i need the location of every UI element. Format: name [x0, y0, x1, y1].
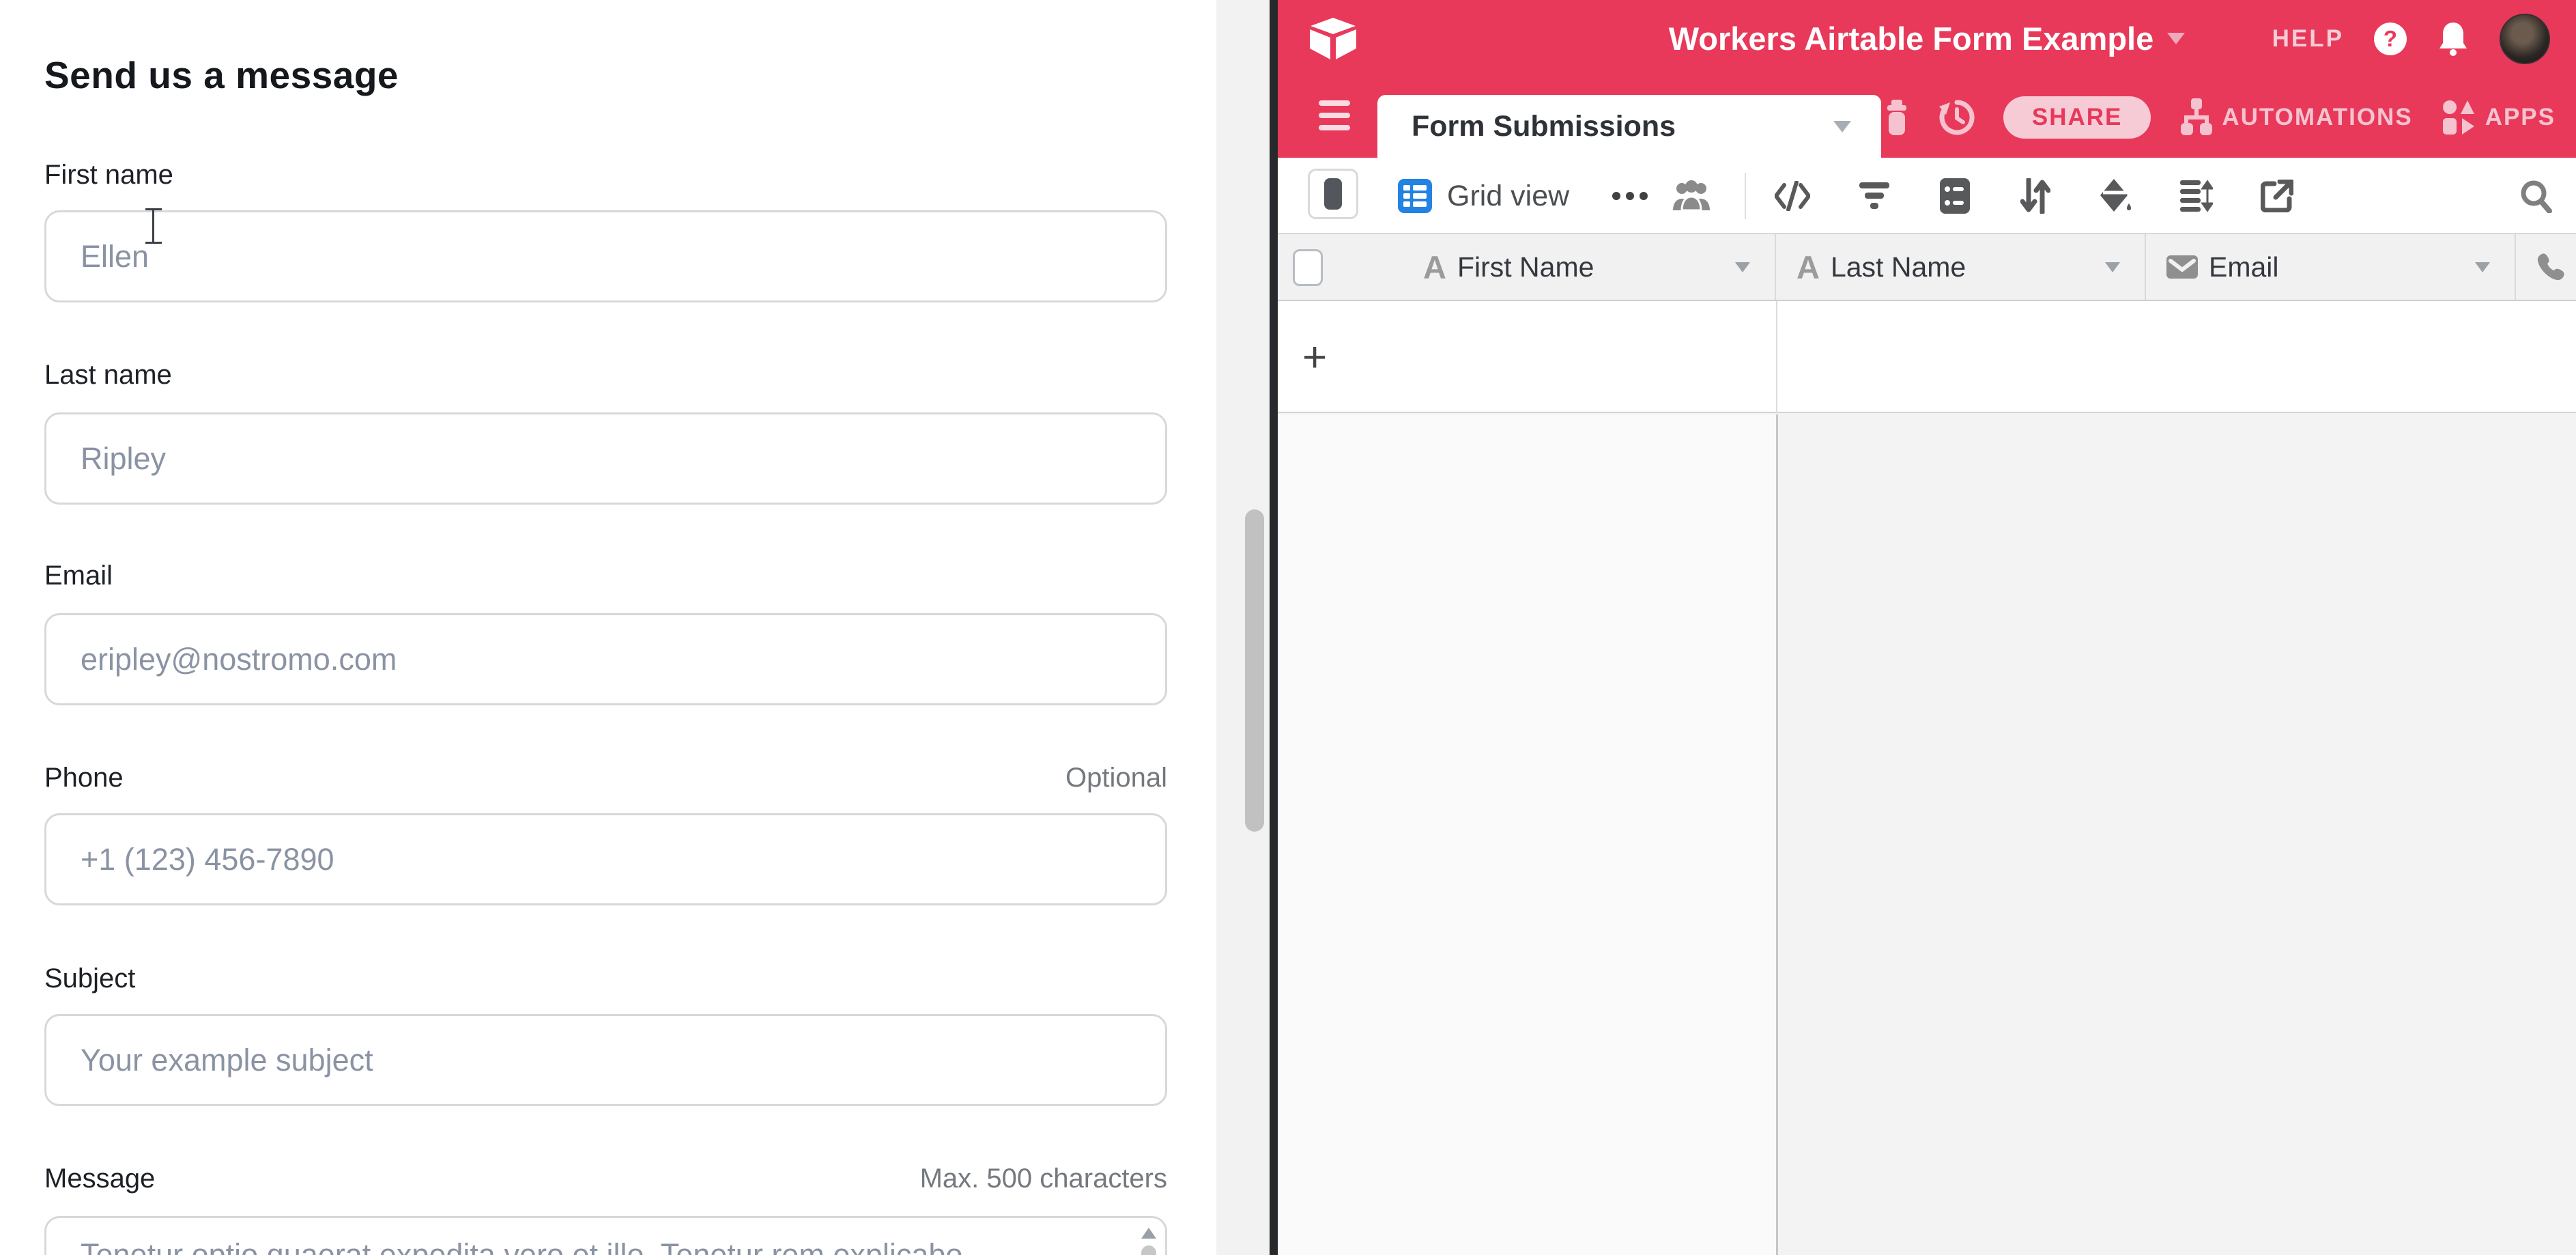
grid-header-row: A First Name A Last Name Email — [1278, 234, 2576, 301]
last-name-input[interactable] — [44, 412, 1167, 505]
airtable-pane: Workers Airtable Form Example HELP ? For… — [1278, 0, 2576, 1255]
page-scrollbar-track[interactable] — [1216, 0, 1270, 1255]
phone-optional-hint: Optional — [1065, 763, 1167, 793]
apps-button[interactable]: APPS — [2442, 99, 2556, 136]
column-header-last-name[interactable]: A Last Name — [1776, 234, 2146, 300]
column-chevron-down-icon[interactable] — [2475, 262, 2490, 272]
column-header-first-name[interactable]: A First Name — [1278, 234, 1776, 300]
message-label: Message — [44, 1164, 155, 1194]
message-text: Tenetur optio quaerat expedita vero et i… — [81, 1237, 1111, 1255]
filter-icon[interactable] — [1854, 158, 1895, 234]
email-label: Email — [44, 561, 113, 591]
sidebar-pill-icon — [1324, 178, 1342, 210]
phone-input[interactable] — [44, 813, 1167, 905]
subject-label: Subject — [44, 963, 135, 994]
menu-hamburger-icon[interactable] — [1319, 100, 1350, 135]
airtable-topbar: Workers Airtable Form Example HELP ? — [1278, 0, 2576, 77]
phone-field-icon — [2536, 253, 2565, 281]
last-name-label: Last name — [44, 360, 172, 391]
column-header-email[interactable]: Email — [2146, 234, 2516, 300]
grid-body-scroll-area — [1776, 414, 2576, 1255]
message-textarea[interactable]: Tenetur optio quaerat expedita vero et i… — [44, 1216, 1167, 1255]
notifications-bell-icon[interactable] — [2437, 21, 2470, 57]
row-height-icon[interactable] — [2176, 158, 2217, 234]
form-title: Send us a message — [44, 53, 399, 97]
automations-label: AUTOMATIONS — [2222, 104, 2412, 131]
grid-body-frozen-area — [1278, 414, 1776, 1255]
collaborators-icon[interactable] — [1671, 158, 1712, 234]
column-chevron-down-icon[interactable] — [2105, 262, 2120, 272]
phone-label: Phone — [44, 763, 124, 793]
email-field-icon — [2166, 255, 2198, 279]
message-scrollbar[interactable] — [1139, 1225, 1158, 1255]
view-name[interactable]: Grid view — [1447, 158, 1569, 234]
email-input[interactable] — [44, 613, 1167, 705]
sort-icon[interactable] — [2015, 158, 2056, 234]
hide-fields-icon[interactable] — [1772, 158, 1813, 234]
message-max-hint: Max. 500 characters — [920, 1164, 1167, 1194]
color-icon[interactable] — [2095, 158, 2136, 234]
frozen-column-divider — [1776, 301, 1777, 413]
trash-icon[interactable] — [1883, 100, 1910, 135]
view-options-ellipsis-icon[interactable] — [1609, 158, 1650, 234]
column-chevron-down-icon[interactable] — [1735, 262, 1750, 272]
toolbar-divider — [1745, 173, 1746, 219]
apps-label: APPS — [2485, 104, 2556, 131]
first-name-label: First name — [44, 160, 173, 191]
column-name: First Name — [1457, 251, 1724, 283]
first-name-input[interactable] — [44, 210, 1167, 302]
table-tab-form-submissions[interactable]: Form Submissions — [1377, 95, 1881, 158]
history-icon[interactable] — [1939, 100, 1975, 135]
table-tab-chevron-down-icon[interactable] — [1833, 121, 1851, 132]
grid-view-icon — [1398, 179, 1432, 213]
view-toolbar: Grid view — [1278, 158, 2576, 234]
text-field-icon: A — [1423, 249, 1446, 286]
frozen-column-divider — [1776, 414, 1778, 1255]
message-scroll-thumb[interactable] — [1141, 1245, 1156, 1255]
column-header-phone[interactable]: Phone — [2516, 234, 2576, 300]
contact-form-pane: Send us a message First name Last name E… — [0, 0, 1216, 1255]
help-question-icon[interactable]: ? — [2374, 23, 2407, 55]
add-record-row[interactable]: + — [1278, 301, 2576, 413]
column-name: Last Name — [1831, 251, 2094, 283]
toggle-sidebar-button[interactable] — [1308, 169, 1358, 219]
column-name: Email — [2209, 251, 2464, 283]
table-tab-label: Form Submissions — [1412, 110, 1833, 143]
automations-button[interactable]: AUTOMATIONS — [2179, 98, 2412, 137]
scroll-up-arrow-icon[interactable] — [1141, 1228, 1156, 1239]
airtable-tabbar: Form Submissions SHARE — [1278, 77, 2576, 158]
group-icon[interactable] — [1934, 158, 1975, 234]
share-button[interactable]: SHARE — [2003, 96, 2151, 139]
window-divider[interactable] — [1270, 0, 1278, 1255]
help-button[interactable]: HELP — [2272, 25, 2344, 53]
share-view-icon[interactable] — [2257, 158, 2298, 234]
subject-input[interactable] — [44, 1014, 1167, 1106]
base-title[interactable]: Workers Airtable Form Example — [1669, 20, 2153, 57]
search-icon[interactable] — [2512, 158, 2560, 234]
add-record-plus-icon[interactable]: + — [1302, 301, 1327, 413]
page-scrollbar-thumb[interactable] — [1245, 509, 1264, 832]
grid-body — [1278, 414, 2576, 1255]
user-avatar[interactable] — [2500, 14, 2550, 64]
base-title-chevron-down-icon[interactable] — [2167, 33, 2185, 44]
text-field-icon: A — [1797, 249, 1820, 286]
text-cursor-icon — [143, 207, 164, 246]
